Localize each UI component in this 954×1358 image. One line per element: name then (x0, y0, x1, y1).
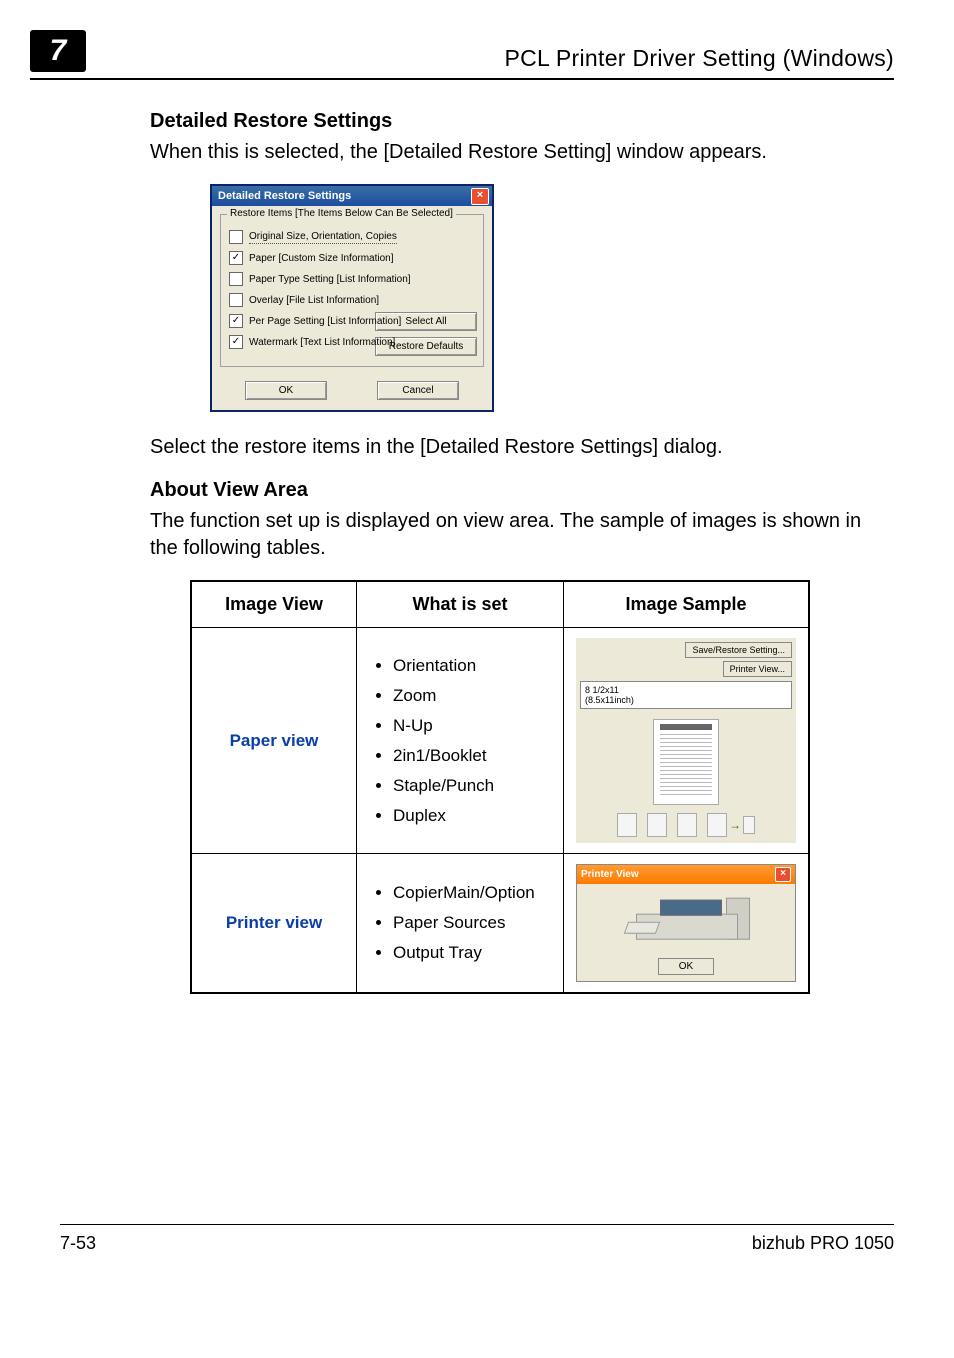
printer-view-title: Printer View (581, 869, 639, 880)
label-overlay: Overlay [File List Information] (249, 295, 379, 306)
ok-button[interactable]: OK (245, 381, 327, 400)
preview-icon (677, 813, 697, 837)
checkbox-original-size[interactable] (229, 230, 243, 244)
intro-text-2: The function set up is displayed on view… (150, 508, 894, 562)
list-item: Zoom (393, 686, 551, 706)
list-item: CopierMain/Option (393, 883, 551, 903)
page-preview-icon (653, 719, 719, 805)
dialog-legend: Restore Items [The Items Below Can Be Se… (227, 208, 456, 219)
paper-size-2: (8.5x11inch) (585, 695, 787, 705)
product-name: bizhub PRO 1050 (752, 1233, 894, 1254)
printer-view-sample: Printer View × OK (576, 864, 796, 982)
checkbox-per-page[interactable] (229, 314, 243, 328)
heading-about-view-area: About View Area (150, 479, 894, 502)
checkbox-paper-type[interactable] (229, 272, 243, 286)
view-area-table: Image View What is set Image Sample Pape… (190, 580, 810, 994)
heading-detailed-restore: Detailed Restore Settings (150, 110, 894, 133)
label-per-page: Per Page Setting [List Information] (249, 316, 401, 327)
checkbox-paper-custom[interactable] (229, 251, 243, 265)
list-item: Output Tray (393, 943, 551, 963)
list-item: Staple/Punch (393, 776, 551, 796)
after-dialog-text: Select the restore items in the [Detaile… (150, 434, 894, 461)
list-item: Paper Sources (393, 913, 551, 933)
page-number: 7-53 (60, 1233, 96, 1254)
preview-output-icon: → (707, 813, 755, 837)
list-item: N-Up (393, 716, 551, 736)
page-section-title: PCL Printer Driver Setting (Windows) (504, 45, 894, 72)
detailed-restore-dialog: Detailed Restore Settings × Restore Item… (210, 184, 494, 412)
preview-icon (617, 813, 637, 837)
checkbox-watermark[interactable] (229, 335, 243, 349)
close-icon[interactable]: × (471, 188, 489, 205)
paper-view-items: Orientation Zoom N-Up 2in1/Booklet Stapl… (369, 656, 551, 826)
list-item: Orientation (393, 656, 551, 676)
paper-view-sample: Save/Restore Setting... Printer View... … (576, 638, 796, 843)
label-original-size: Original Size, Orientation, Copies (249, 231, 397, 244)
close-icon[interactable]: × (775, 867, 791, 882)
ok-button[interactable]: OK (658, 958, 714, 975)
row-printer-view-label: Printer view (191, 854, 357, 994)
printer-view-items: CopierMain/Option Paper Sources Output T… (369, 883, 551, 963)
printer-icon (626, 894, 746, 940)
preview-icon (647, 813, 667, 837)
table-header-image-view: Image View (191, 581, 357, 628)
table-header-what-is-set: What is set (357, 581, 564, 628)
printer-view-button[interactable]: Printer View... (723, 661, 792, 677)
label-paper-type: Paper Type Setting [List Information] (249, 274, 411, 285)
row-paper-view-label: Paper view (191, 628, 357, 854)
label-watermark: Watermark [Text List Information] (249, 337, 395, 348)
table-header-image-sample: Image Sample (564, 581, 810, 628)
dialog-title: Detailed Restore Settings (218, 190, 351, 202)
list-item: Duplex (393, 806, 551, 826)
intro-text-1: When this is selected, the [Detailed Res… (150, 139, 894, 166)
list-item: 2in1/Booklet (393, 746, 551, 766)
chapter-number: 7 (30, 30, 86, 72)
cancel-button[interactable]: Cancel (377, 381, 459, 400)
label-paper-custom: Paper [Custom Size Information] (249, 253, 394, 264)
paper-size-1: 8 1/2x11 (585, 685, 787, 695)
checkbox-overlay[interactable] (229, 293, 243, 307)
save-restore-button[interactable]: Save/Restore Setting... (685, 642, 792, 658)
